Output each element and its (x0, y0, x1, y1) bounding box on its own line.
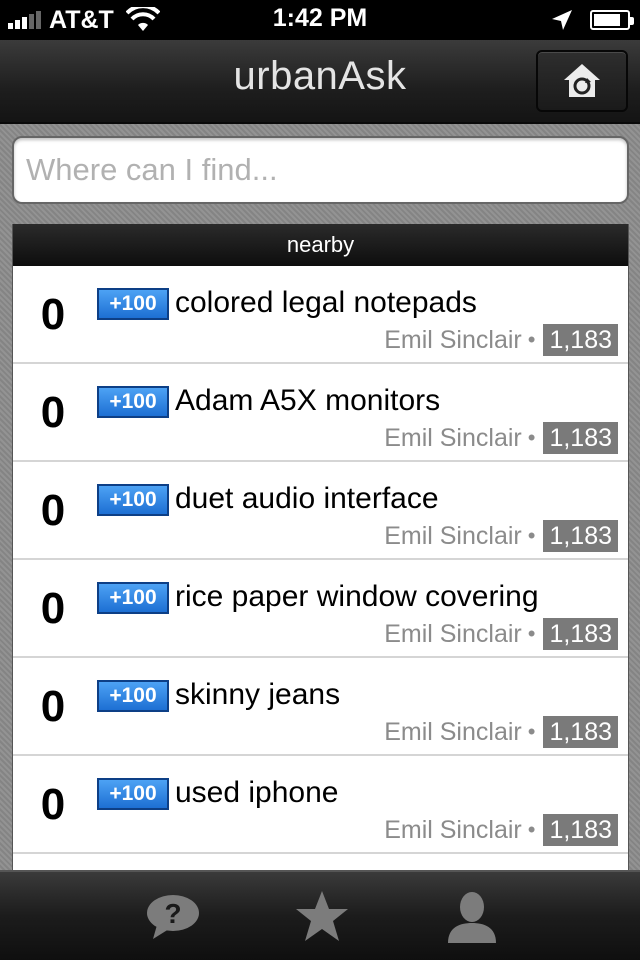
item-title: used iphone (175, 776, 339, 809)
star-icon (296, 891, 348, 941)
item-meta: Emil Sinclair • 1,183 (384, 618, 618, 650)
item-score: 0 (40, 388, 66, 437)
item-author: Emil Sinclair (384, 619, 522, 648)
item-author: Emil Sinclair (384, 325, 522, 354)
item-title: rice paper window covering (175, 580, 539, 613)
item-meta: Emil Sinclair • 1,183 (384, 422, 618, 454)
bounty-badge: +100 (97, 288, 169, 320)
person-icon (448, 892, 496, 943)
tab-favorites[interactable] (282, 882, 362, 952)
item-author: Emil Sinclair (384, 717, 522, 746)
list-item[interactable]: 0 +100 used iphone Emil Sinclair • 1,183 (13, 756, 628, 854)
bounty-badge: +100 (97, 386, 169, 418)
item-title: colored legal notepads (175, 286, 477, 319)
meta-separator: • (527, 817, 536, 842)
list-item-partial[interactable] (13, 854, 628, 870)
author-reputation: 1,183 (543, 618, 618, 650)
bounty-badge: +100 (97, 484, 169, 516)
meta-separator: • (527, 621, 536, 646)
author-reputation: 1,183 (543, 716, 618, 748)
meta-separator: • (527, 425, 536, 450)
navigation-bar: urbanAsk (0, 40, 640, 124)
item-meta: Emil Sinclair • 1,183 (384, 520, 618, 552)
author-reputation: 1,183 (543, 814, 618, 846)
bounty-badge: +100 (97, 582, 169, 614)
author-reputation: 1,183 (543, 422, 618, 454)
location-icon (552, 10, 572, 30)
questions-list: nearby 0 +100 colored legal notepads Emi… (12, 224, 629, 870)
tab-profile[interactable] (432, 882, 512, 952)
bounty-badge: +100 (97, 778, 169, 810)
meta-separator: • (527, 719, 536, 744)
tab-questions[interactable]: ? (133, 882, 213, 952)
meta-separator: • (527, 327, 536, 352)
item-title: Adam A5X monitors (175, 384, 441, 417)
question-bubble-icon: ? (147, 895, 199, 939)
item-title: duet audio interface (175, 482, 439, 515)
author-reputation: 1,183 (543, 520, 618, 552)
item-author: Emil Sinclair (384, 423, 522, 452)
item-title: skinny jeans (175, 678, 341, 711)
item-score: 0 (40, 682, 66, 731)
author-reputation: 1,183 (543, 324, 618, 356)
section-header-nearby: nearby (13, 224, 628, 266)
battery-icon (590, 10, 634, 30)
list-item[interactable]: 0 +100 skinny jeans Emil Sinclair • 1,18… (13, 658, 628, 756)
tab-bar: ? (0, 870, 640, 960)
search-input[interactable] (12, 136, 629, 204)
item-author: Emil Sinclair (384, 521, 522, 550)
status-right (550, 6, 634, 34)
list-item[interactable]: 0 +100 duet audio interface Emil Sinclai… (13, 462, 628, 560)
status-bar: AT&T 1:42 PM (0, 0, 640, 40)
item-score: 0 (40, 780, 66, 829)
meta-separator: • (527, 523, 536, 548)
item-score: 0 (40, 290, 66, 339)
item-meta: Emil Sinclair • 1,183 (384, 814, 618, 846)
list-item[interactable]: 0 +100 rice paper window covering Emil S… (13, 560, 628, 658)
list-item[interactable]: 0 +100 colored legal notepads Emil Sincl… (13, 266, 628, 364)
home-refresh-icon (564, 64, 600, 97)
home-refresh-button[interactable] (536, 50, 628, 112)
item-meta: Emil Sinclair • 1,183 (384, 324, 618, 356)
item-score: 0 (40, 486, 66, 535)
svg-text:?: ? (164, 898, 181, 929)
item-author: Emil Sinclair (384, 815, 522, 844)
item-score: 0 (40, 584, 66, 633)
item-meta: Emil Sinclair • 1,183 (384, 716, 618, 748)
list-item[interactable]: 0 +100 Adam A5X monitors Emil Sinclair •… (13, 364, 628, 462)
bounty-badge: +100 (97, 680, 169, 712)
status-time: 1:42 PM (272, 4, 368, 32)
